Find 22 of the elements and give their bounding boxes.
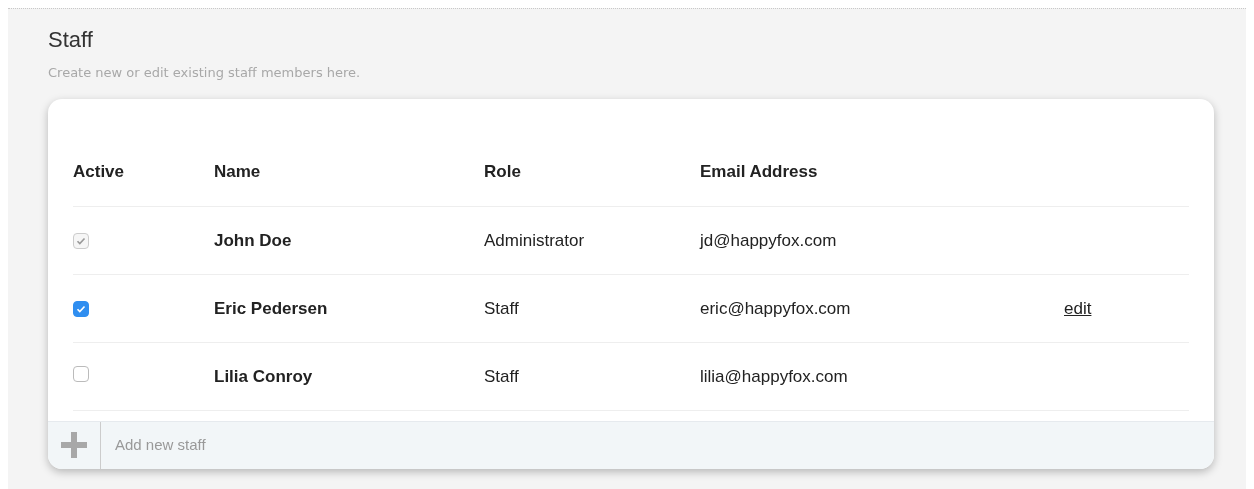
check-icon [76,235,86,246]
column-header: Email Address [700,161,818,181]
column-header: Name [214,161,261,181]
plus-icon[interactable] [61,432,87,459]
active-checkbox[interactable] [73,300,89,317]
staff-email: jd@happyfox.com [700,230,837,250]
page-subtitle: Create new or edit existing staff members here. [48,64,362,83]
column-header: Role [484,161,521,181]
staff-name: Eric Pedersen [214,298,328,318]
staff-role: Staff [484,298,519,318]
staff-name: John Doe [214,230,292,250]
staff-email: lilia@happyfox.com [700,366,848,386]
staff-name: Lilia Conroy [214,366,313,386]
staff-role: Staff [484,366,519,386]
active-checkbox[interactable] [73,365,89,382]
edit-link[interactable]: edit [1064,298,1092,318]
check-icon [76,303,86,314]
page-title: Staff [48,27,94,54]
add-staff-field[interactable]: Add new staff [100,421,1214,469]
column-header: Active [73,161,125,181]
staff-role: Administrator [484,230,585,250]
staff-email: eric@happyfox.com [700,298,851,318]
